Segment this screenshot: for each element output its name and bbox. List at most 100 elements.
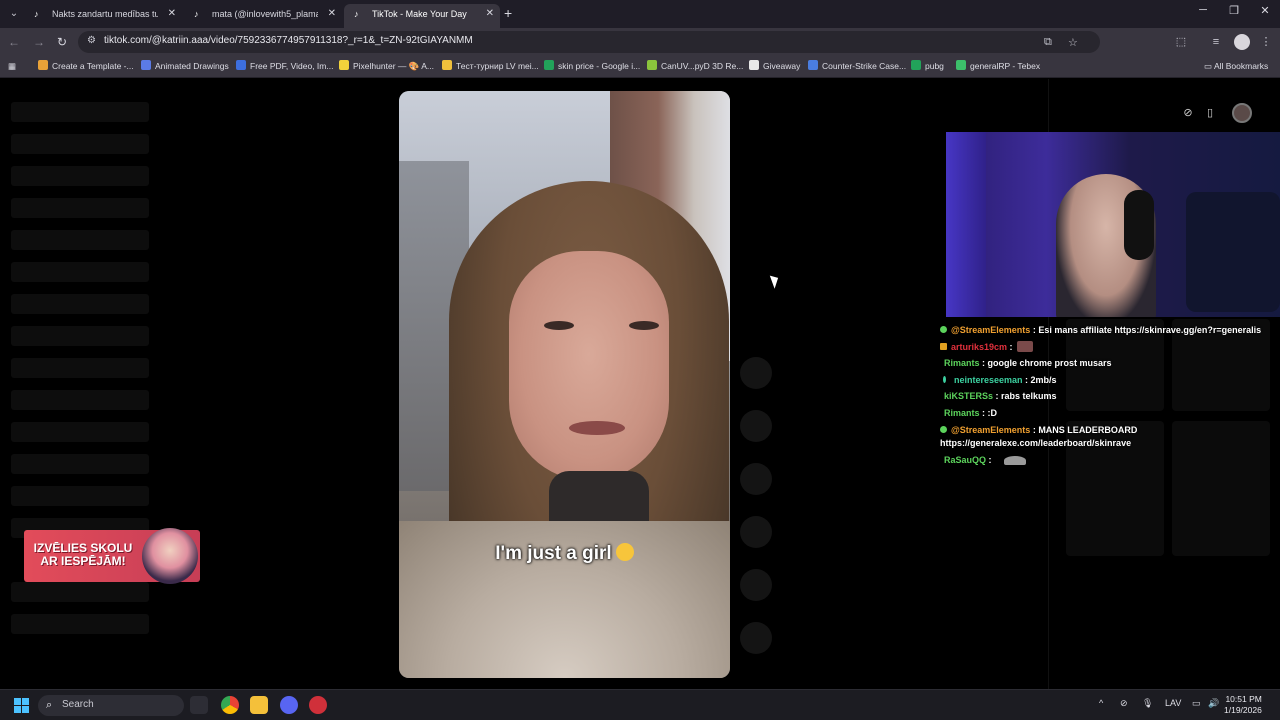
- chat-message: RaSauQQ :: [940, 452, 1280, 469]
- sidebar-skeleton: [11, 358, 149, 378]
- close-icon[interactable]: ✕: [328, 4, 336, 24]
- video-player[interactable]: I'm just a girl: [399, 91, 730, 678]
- device-icon[interactable]: ▯: [1201, 104, 1219, 122]
- close-icon[interactable]: ✕: [168, 4, 176, 24]
- language-indicator[interactable]: LAV: [1165, 698, 1181, 708]
- video-caption: I'm just a girl: [399, 543, 730, 565]
- url-text[interactable]: tiktok.com/@katriin.aaa/video/7592336774…: [104, 35, 473, 46]
- reload-icon[interactable]: ↻: [54, 34, 70, 50]
- forward-icon[interactable]: →: [31, 34, 47, 50]
- bookmark-favicon: [749, 60, 759, 70]
- microphone-icon[interactable]: 🎙: [1142, 698, 1153, 709]
- install-icon[interactable]: ⧉: [1044, 36, 1052, 49]
- share-button[interactable]: [740, 516, 772, 548]
- bookmark-label: generalRP - Tebex: [970, 61, 1041, 71]
- bookmark-0[interactable]: Create a Template -...: [38, 60, 134, 73]
- bookmark-star-icon[interactable]: ☆: [1068, 36, 1078, 49]
- chat-user: Rimants: [944, 407, 980, 418]
- windows-start-icon[interactable]: [14, 698, 29, 713]
- bookmark-label: skin price - Google i...: [558, 61, 641, 71]
- bookmark-6[interactable]: CanUV...pyD 3D Re...: [647, 60, 743, 73]
- all-bookmarks[interactable]: ▭ All Bookmarks: [1204, 60, 1268, 73]
- start-tile: [14, 706, 21, 713]
- tab-0[interactable]: ♪ Nakts zandartu medības turpin ✕: [24, 4, 182, 28]
- sidebar-skeleton: [11, 454, 149, 474]
- chat-message: Rimants : google chrome prost musars: [944, 358, 1112, 369]
- file-explorer-icon[interactable]: [250, 696, 268, 714]
- bookmark-10[interactable]: generalRP - Tebex: [956, 60, 1040, 73]
- bookmark-label: Counter-Strike Case...: [822, 61, 907, 71]
- taskbar-search[interactable]: ⌕ Search: [38, 695, 184, 716]
- profile-avatar[interactable]: [1232, 103, 1252, 123]
- extensions-icon[interactable]: ⬚: [1174, 35, 1188, 49]
- close-window-icon[interactable]: ✕: [1255, 4, 1275, 17]
- chat-user: Rimants: [944, 358, 980, 369]
- profile-avatar[interactable]: [1234, 34, 1250, 50]
- clock-time: 10:51 PM: [1225, 694, 1262, 704]
- tab-search-icon[interactable]: ⌄: [6, 6, 22, 22]
- bookmark-favicon: [141, 60, 151, 70]
- media-controls-icon[interactable]: ≡: [1209, 35, 1223, 49]
- bookmark-label: Free PDF, Video, Im...: [250, 61, 334, 71]
- streamer-webcam: [946, 132, 1280, 317]
- bookmark-9[interactable]: pubg: [911, 60, 944, 73]
- bookmark-5[interactable]: skin price - Google i...: [544, 60, 640, 73]
- volume-icon[interactable]: 🔊: [1208, 698, 1219, 709]
- comment-button[interactable]: [740, 410, 772, 442]
- bookmarks-bar: ▦ Create a Template -... Animated Drawin…: [0, 56, 1280, 78]
- tab-1[interactable]: ♪ mata (@inlovewith5_plamani) | ✕: [184, 4, 342, 28]
- display-icon[interactable]: ▭: [1192, 698, 1201, 709]
- bookmark-favicon: [544, 60, 554, 70]
- address-bar[interactable]: ⚙ tiktok.com/@katriin.aaa/video/75923367…: [78, 31, 1100, 53]
- chat-message: arturiks19cm :: [940, 339, 1280, 356]
- tray-chevron-icon[interactable]: ^: [1099, 698, 1103, 708]
- tab-2[interactable]: ♪ TikTok - Make Your Day ✕: [344, 4, 500, 28]
- discord-icon[interactable]: [280, 696, 298, 714]
- bookmark-7[interactable]: Giveaway: [749, 60, 800, 73]
- new-tab-icon[interactable]: +: [504, 5, 512, 21]
- back-icon[interactable]: ←: [6, 34, 22, 50]
- tab-label: Nakts zandartu medības turpin: [52, 9, 158, 19]
- sidebar-skeleton: [11, 102, 149, 122]
- site-info-icon[interactable]: ⚙: [87, 35, 96, 46]
- promo-banner[interactable]: IZVĒLIES SKOLU AR IESPĒJĀM!: [24, 528, 200, 584]
- chat-user: RaSauQQ: [944, 454, 987, 465]
- webcam-light: [946, 132, 986, 317]
- task-view-icon[interactable]: [190, 696, 208, 714]
- bookmark-favicon: [808, 60, 818, 70]
- chat-message: kiKSTERSs : rabs telkums: [944, 391, 1057, 402]
- restore-icon[interactable]: ❐: [1224, 4, 1244, 17]
- music-disc-button[interactable]: [740, 622, 772, 654]
- tiktok-icon: ♪: [34, 9, 39, 19]
- like-button[interactable]: [740, 357, 772, 389]
- bookmark-3[interactable]: Pixelhunter — 🎨 A...: [339, 60, 434, 73]
- save-button[interactable]: [740, 463, 772, 495]
- sidebar-skeleton: [11, 262, 149, 282]
- video-mouth: [569, 421, 625, 435]
- clock[interactable]: 10:51 PM 1/19/2026: [1224, 694, 1262, 716]
- stream-chat: @StreamElements : Esi mans affiliate htt…: [940, 322, 1280, 468]
- chrome-icon[interactable]: [221, 696, 239, 714]
- bookmark-1[interactable]: Animated Drawings: [141, 60, 229, 73]
- bookmark-4[interactable]: Тест-турнир LV mei...: [442, 60, 539, 73]
- tiktok-icon: ♪: [354, 9, 359, 19]
- app-icon[interactable]: [309, 696, 327, 714]
- sidebar-skeleton: [11, 166, 149, 186]
- sidebar-skeleton: [11, 294, 149, 314]
- apps-icon[interactable]: ▦: [8, 60, 16, 73]
- clock-date: 1/19/2026: [1224, 705, 1262, 715]
- settings-icon[interactable]: ⊘: [1179, 104, 1197, 122]
- close-icon[interactable]: ✕: [486, 4, 494, 24]
- menu-icon[interactable]: ⋮: [1259, 35, 1273, 49]
- minimize-icon[interactable]: ─: [1193, 4, 1213, 16]
- tiktok-icon: ♪: [194, 9, 199, 19]
- chat-message: @StreamElements : MANS LEADERBOARD https…: [940, 424, 1138, 448]
- flushed-emoji-icon: [615, 543, 634, 561]
- bookmark-label: Animated Drawings: [155, 61, 229, 71]
- bookmark-8[interactable]: Counter-Strike Case...: [808, 60, 906, 73]
- network-off-icon[interactable]: ⊘: [1120, 698, 1128, 709]
- bookmark-2[interactable]: Free PDF, Video, Im...: [236, 60, 333, 73]
- action-button[interactable]: [740, 569, 772, 601]
- badge-icon: [940, 342, 947, 350]
- start-tile: [14, 698, 21, 705]
